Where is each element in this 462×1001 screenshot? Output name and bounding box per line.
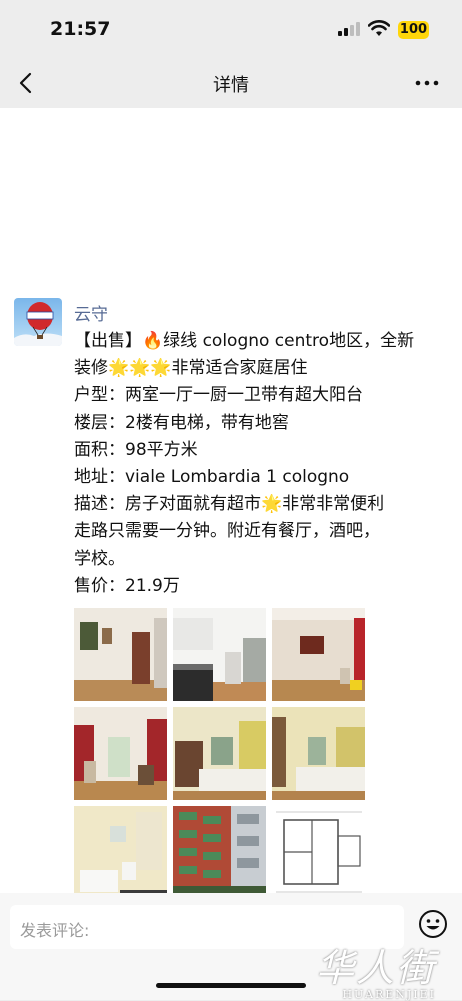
status-time: 21:57 xyxy=(50,18,111,40)
post-line: 楼层：2楼有电梯，带有地窖 xyxy=(74,412,289,433)
page-title: 详情 xyxy=(213,75,249,96)
post-line: 面积：98平方米 xyxy=(74,439,198,460)
nav-bar: 详情 xyxy=(0,58,462,108)
post-line: 【出售】🔥绿线 cologno centro地区，全新 xyxy=(74,331,415,351)
battery-icon: 100 xyxy=(398,21,429,39)
post-line: 走路只需要一分钟。附近有餐厅，酒吧， xyxy=(74,521,380,542)
post-text: 【出售】🔥绿线 cologno centro地区，全新 装修🌟🌟🌟非常适合家庭居… xyxy=(74,328,454,600)
comment-placeholder: 发表评论: xyxy=(20,921,90,940)
wifi-icon xyxy=(368,20,390,36)
post-line: 售价：21.9万 xyxy=(74,575,180,596)
emoji-icon[interactable] xyxy=(418,909,448,939)
comment-bar: 发表评论: 华人街 HUARENJIEI xyxy=(0,893,462,1001)
signal-icon xyxy=(338,22,360,36)
post-line: 学校。 xyxy=(74,548,125,569)
more-options-icon[interactable] xyxy=(414,72,440,94)
floor-plan-photo[interactable] xyxy=(272,806,365,893)
author-name[interactable]: 云守 xyxy=(74,300,108,325)
post-line: 描述：房子对面就有超市🌟非常非常便利 xyxy=(74,494,385,515)
kitchen-photo[interactable] xyxy=(173,608,266,701)
author-avatar[interactable] xyxy=(14,298,62,346)
post-line: 装修🌟🌟🌟非常适合家庭居住 xyxy=(74,358,308,379)
post-detail: 云守 【出售】🔥绿线 cologno centro地区，全新 装修🌟🌟🌟非常适合… xyxy=(0,108,462,893)
bedroom-2-photo[interactable] xyxy=(272,707,365,800)
red-room-photo[interactable] xyxy=(74,707,167,800)
hallway-photo[interactable] xyxy=(74,608,167,701)
status-bar: 21:57 100 xyxy=(0,0,462,58)
post-line: 户型：两室一厅一厨一卫带有超大阳台 xyxy=(74,385,363,406)
watermark-logo: 华人街 HUARENJIEI xyxy=(316,946,437,1001)
living-room-photo[interactable] xyxy=(272,608,365,701)
post-line: 地址：viale Lombardia 1 cologno xyxy=(74,467,350,488)
building-exterior-photo[interactable] xyxy=(173,806,266,893)
hot-air-balloon-icon xyxy=(14,302,62,346)
bedroom-photo[interactable] xyxy=(173,707,266,800)
home-indicator xyxy=(156,983,306,988)
bathroom-photo[interactable] xyxy=(74,806,167,893)
